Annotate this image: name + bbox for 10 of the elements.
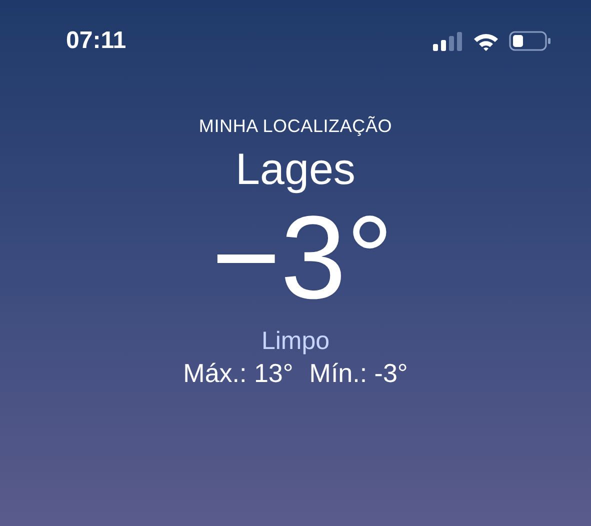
city-name: Lages [236,145,356,195]
weather-condition: Limpo [261,327,330,356]
location-label: MINHA LOCALIZAÇÃO [198,116,392,137]
status-time: 07:11 [66,27,126,55]
signal-icon [433,32,463,50]
wifi-icon [473,32,499,50]
high-temperature: Máx.: 13° [183,358,294,389]
low-temperature: Mín.: -3° [309,358,408,389]
battery-icon [509,31,551,51]
temperature: −3° [212,195,394,321]
